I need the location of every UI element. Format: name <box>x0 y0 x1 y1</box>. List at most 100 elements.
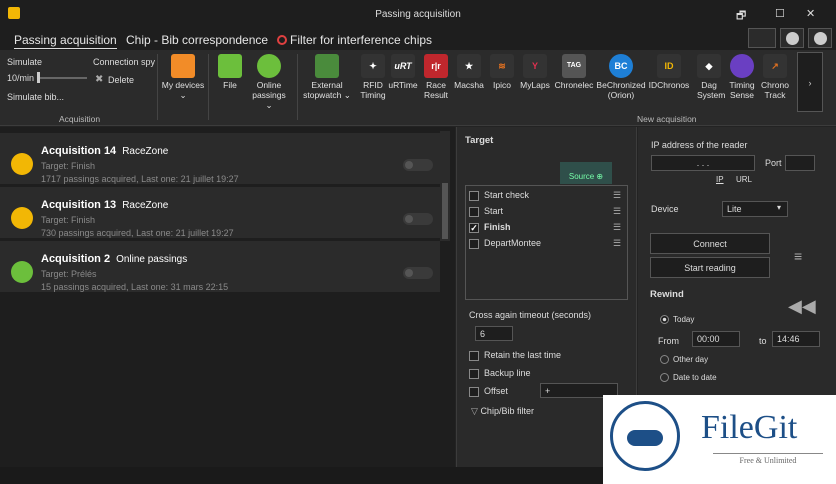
acquisition-icon <box>11 207 33 229</box>
acquisition-toggle[interactable] <box>403 267 433 279</box>
ip-link[interactable]: IP <box>716 175 724 184</box>
logo-name: FileGit <box>701 409 798 446</box>
checkbox[interactable] <box>469 206 479 217</box>
chrono-track-button[interactable]: ↗ Chrono Track <box>757 54 793 100</box>
backup-option[interactable]: Backup line <box>469 368 531 379</box>
external-stopwatch-button[interactable]: External stopwatch ⌄ <box>302 54 352 100</box>
radio[interactable] <box>660 355 669 365</box>
source-button[interactable]: Source ⊕ <box>560 162 612 184</box>
acquisition-title: Acquisition 13 <box>41 199 117 211</box>
date-to-date-label: Date to date <box>673 373 717 382</box>
idchronos-button[interactable]: ID IDChronos <box>648 54 690 90</box>
acquisition-title: Acquisition 14 <box>41 145 117 157</box>
urtime-label: uRTime <box>388 80 418 90</box>
ribbon-scroll-right[interactable]: › <box>797 52 823 112</box>
bechronized-button[interactable]: BC BeChronized (Orion) <box>595 54 647 100</box>
close-button[interactable]: ✕ <box>806 7 815 20</box>
rewind-icon[interactable]: ◀◀ <box>788 296 816 317</box>
menu-icon[interactable]: ≡ <box>794 248 802 264</box>
connect-button[interactable]: Connect <box>650 233 770 254</box>
new-acquisition-group-label: New acquisition <box>637 114 697 124</box>
mylaps-button[interactable]: Y MyLaps <box>514 54 556 90</box>
chronelec-label: Chronelec <box>554 80 594 90</box>
target-item[interactable]: Start <box>469 206 503 217</box>
ip-input[interactable]: . . . <box>651 155 755 171</box>
down-button[interactable] <box>808 28 832 48</box>
ip-label: IP address of the reader <box>651 140 748 150</box>
file-icon <box>218 54 242 78</box>
tab-passing-acquisition[interactable]: Passing acquisition <box>14 33 117 49</box>
today-option[interactable]: Today <box>660 315 694 325</box>
acquisition-row[interactable]: Acquisition 2 Online passings Target: Pré… <box>0 241 440 293</box>
up-button[interactable] <box>780 28 804 48</box>
file-button[interactable]: File <box>209 54 251 90</box>
urt-icon: uRT <box>391 54 415 78</box>
tab-chip-bib[interactable]: Chip - Bib correspondence <box>126 33 268 47</box>
checkbox[interactable] <box>469 190 479 201</box>
bechronized-icon: BC <box>609 54 633 78</box>
logo-emblem <box>610 401 680 471</box>
export-button[interactable] <box>748 28 776 48</box>
list-scrollbar[interactable] <box>440 131 450 241</box>
target-item[interactable]: DepartMontee <box>469 238 541 249</box>
url-link[interactable]: URL <box>736 175 752 184</box>
port-input[interactable] <box>785 155 815 171</box>
checkbox[interactable] <box>469 238 479 249</box>
to-input[interactable]: 14:46 <box>772 331 820 347</box>
port-label: Port <box>765 158 782 168</box>
from-label: From <box>658 336 679 346</box>
my-devices-button[interactable]: My devices ⌄ <box>161 54 205 100</box>
checkbox[interactable] <box>469 368 479 379</box>
filter-icon[interactable]: ☰ <box>613 222 621 233</box>
acquisition-kind: RaceZone <box>122 200 169 211</box>
connection-spy-button[interactable]: Connection spy <box>93 57 155 67</box>
restore-button[interactable]: 🗗 <box>736 7 746 26</box>
speed-slider[interactable] <box>37 72 87 83</box>
start-reading-button[interactable]: Start reading <box>650 257 770 278</box>
target-item[interactable]: ✓ Finish <box>469 222 511 233</box>
acquisition-icon <box>11 153 33 175</box>
chip-bib-filter-button[interactable]: ▽ Chip/Bib filter <box>471 406 534 417</box>
filter-icon: ▽ <box>471 406 478 416</box>
acquisition-group-label: Acquisition <box>59 114 101 124</box>
acquisition-row[interactable]: Acquisition 14 RaceZone Target: Finish 17… <box>0 133 440 185</box>
chronelec-button[interactable]: TAG Chronelec <box>553 54 595 90</box>
acquisition-toggle[interactable] <box>403 213 433 225</box>
timing-sense-button[interactable]: Timing Sense <box>723 54 761 100</box>
radio-selected[interactable] <box>660 315 669 325</box>
acquisition-row[interactable]: Acquisition 13 RaceZone Target: Finish 73… <box>0 187 440 239</box>
to-label: to <box>759 336 767 346</box>
chevron-down-icon: ▾ <box>777 203 782 212</box>
chip-bib-filter-label: Chip/Bib filter <box>480 406 534 416</box>
target-item[interactable]: Start check <box>469 190 529 201</box>
device-label: Device <box>651 204 679 214</box>
delete-button[interactable]: Delete <box>108 75 134 85</box>
timing-sense-label: Timing Sense <box>729 80 755 100</box>
from-input[interactable]: 00:00 <box>692 331 740 347</box>
other-day-option[interactable]: Other day <box>660 355 708 365</box>
online-passings-button[interactable]: Online passings ⌄ <box>248 54 290 110</box>
acquisition-info: 1717 passings acquired, Last one: 21 jui… <box>41 174 239 184</box>
target-heading: Target <box>465 135 494 146</box>
file-label: File <box>223 80 237 90</box>
filter-icon[interactable]: ☰ <box>613 238 621 249</box>
target-item-label: DepartMontee <box>484 238 542 248</box>
offset-option[interactable]: Offset <box>469 386 508 397</box>
tab-filter-chips[interactable]: Filter for interference chips <box>290 33 432 47</box>
filter-icon[interactable]: ☰ <box>613 206 621 217</box>
simulate-bib-button[interactable]: Simulate bib... <box>7 92 64 102</box>
checkbox[interactable] <box>469 350 479 361</box>
radio[interactable] <box>660 373 669 383</box>
date-to-date-option[interactable]: Date to date <box>660 373 717 383</box>
acquisition-toggle[interactable] <box>403 159 433 171</box>
offset-label: Offset <box>484 386 508 396</box>
maximize-button[interactable]: ☐ <box>775 7 785 20</box>
filter-icon[interactable]: ☰ <box>613 190 621 201</box>
ipico-label: Ipico <box>493 80 511 90</box>
checkbox[interactable] <box>469 386 479 397</box>
timeout-input[interactable]: 6 <box>475 326 513 341</box>
checkbox-checked[interactable]: ✓ <box>469 222 479 233</box>
timing-sense-icon <box>730 54 754 78</box>
retain-option[interactable]: Retain the last time <box>469 350 561 361</box>
simulate-label: Simulate <box>7 57 43 67</box>
